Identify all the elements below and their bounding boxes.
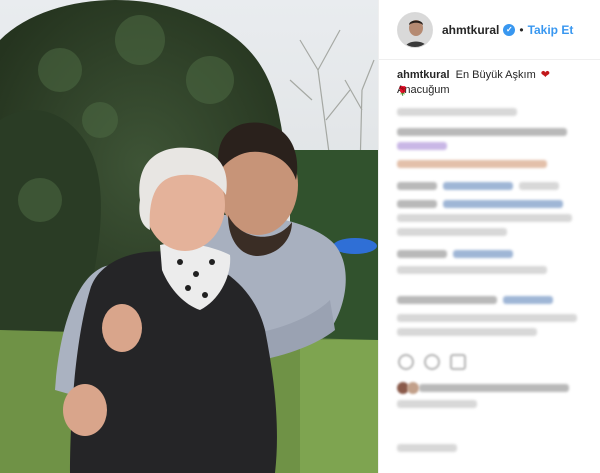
post-header: ahmtkural ✓ • Takip Et: [379, 0, 600, 60]
blurred-comment: [397, 328, 537, 336]
blurred-mention: [443, 182, 513, 190]
liker-avatar: [407, 382, 419, 394]
blurred-comment: [397, 228, 507, 236]
avatar-image: [398, 12, 432, 47]
blurred-comment: [397, 160, 547, 168]
blurred-comment: [397, 250, 447, 258]
blurred-mention: [503, 296, 553, 304]
blurred-timestamp: [397, 444, 457, 452]
blurred-mention: [443, 200, 563, 208]
post-actions: [398, 354, 466, 370]
blurred-likes: [419, 384, 569, 392]
separator-dot: •: [519, 22, 524, 37]
blurred-comment: [397, 142, 447, 150]
verified-badge-icon: ✓: [503, 23, 516, 36]
comment-icon[interactable]: [424, 354, 440, 370]
blurred-comment: [519, 182, 559, 190]
blurred-comment: [397, 296, 497, 304]
blurred-comment: [397, 266, 547, 274]
blurred-comment: [397, 128, 567, 136]
share-icon[interactable]: [450, 354, 466, 370]
caption-username[interactable]: ahmtkural: [397, 69, 450, 81]
heart-icon[interactable]: [398, 354, 414, 370]
username[interactable]: ahmtkural: [442, 23, 499, 37]
caption-text: En Büyük Aşkım: [455, 69, 536, 81]
follow-button[interactable]: Takip Et: [528, 23, 574, 37]
heart-emoji: ❤: [540, 69, 551, 81]
blurred-likes: [397, 400, 477, 408]
photo-illustration: [0, 0, 378, 473]
blurred-comment: [397, 108, 517, 116]
post-caption: ahmtkural En Büyük Aşkım ❤ Anacuğum: [397, 68, 597, 98]
blurred-mention: [453, 250, 513, 258]
blurred-comment: [397, 214, 572, 222]
post-photo[interactable]: [0, 0, 378, 473]
blurred-comment: [397, 200, 437, 208]
avatar[interactable]: [397, 11, 433, 48]
rose-emoji: 🌹: [397, 86, 409, 96]
blurred-comment: [397, 182, 437, 190]
blurred-comment: [397, 314, 577, 322]
post-sidebar: ahmtkural ✓ • Takip Et ahmtkural En Büyü…: [378, 0, 600, 473]
